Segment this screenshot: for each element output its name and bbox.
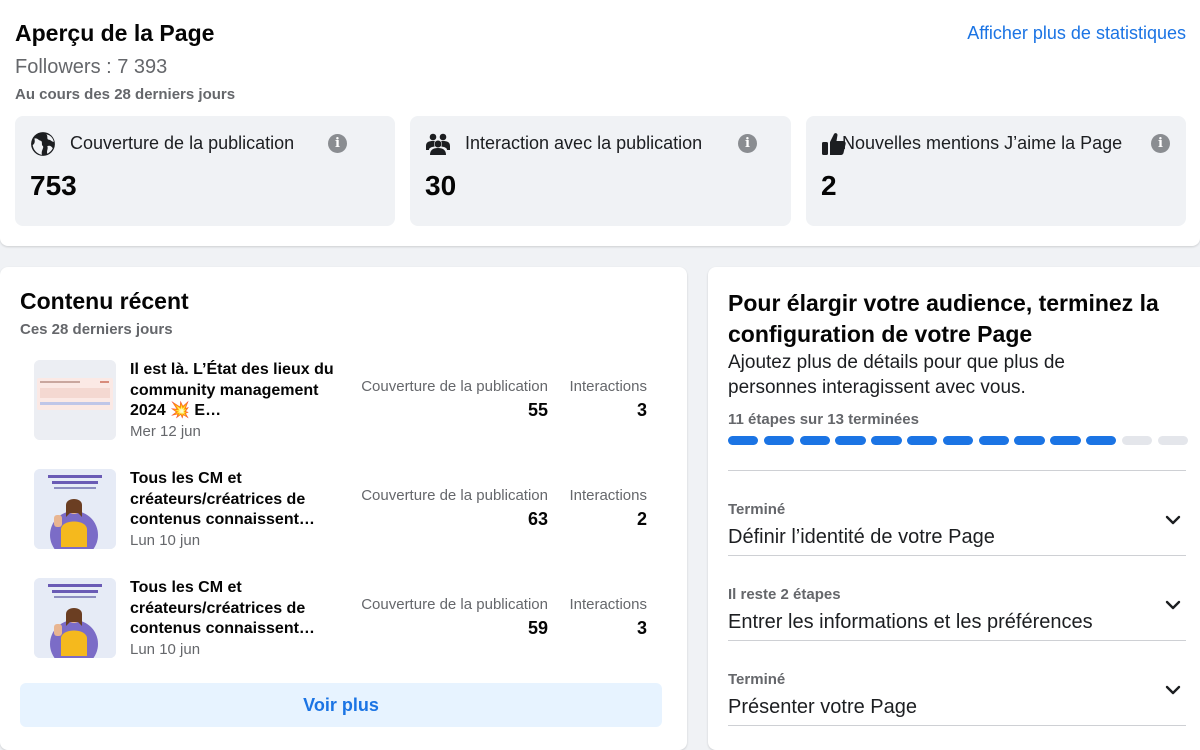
stat-card-engagement[interactable]: Interaction avec la publication i 30 [410,116,791,226]
progress-segment-done [978,436,1009,445]
stat-label: Couverture de la publication [70,133,295,153]
interactions-label: Interactions [569,487,647,504]
reach-value: 63 [527,509,548,529]
chevron-down-icon[interactable] [1164,513,1182,527]
stat-label: Interaction avec la publication [465,133,703,153]
progress-segment-todo [1157,436,1188,445]
see-more-stats-link[interactable]: Afficher plus de statistiques [967,23,1186,44]
reach-value: 55 [527,400,548,420]
interactions-value: 3 [636,618,647,638]
post-title[interactable]: Tous les CM et créateurs/créatrices de c… [130,578,340,640]
interactions-value: 2 [636,509,647,529]
post-date: Lun 10 jun [130,641,201,658]
post-date: Lun 10 jun [130,532,201,549]
progress-segment-done [1086,436,1117,445]
progress-segment-done [907,436,938,445]
step-status: Terminé [728,501,786,518]
step-name: Présenter votre Page [728,696,917,718]
post-title[interactable]: Tous les CM et créateurs/créatrices de c… [130,469,340,531]
progress-segment-done [1050,436,1081,445]
page-setup-card: Pour élargir votre audience, terminez la… [708,267,1200,750]
stat-value: 753 [30,170,77,201]
step-status: Terminé [728,671,786,688]
setup-description: Ajoutez plus de détails pour que plus de… [728,352,1065,398]
post-thumbnail[interactable] [34,469,116,549]
stat-card-page-likes[interactable]: Nouvelles mentions J’aime la Page i 2 [806,116,1186,226]
setup-progress-bar [728,436,1188,446]
post-row[interactable]: Il est là. L’État des lieux du community… [0,360,687,460]
info-icon[interactable]: i [328,134,347,153]
recent-content-title: Contenu récent [20,288,189,314]
interactions-label: Interactions [569,596,647,613]
post-date: Mer 12 jun [130,423,201,440]
reach-label: Couverture de la publication [361,487,548,504]
progress-segment-done [728,436,759,445]
globe-icon [31,132,55,156]
post-row[interactable]: Tous les CM et créateurs/créatrices de c… [0,578,687,678]
step-name: Entrer les informations et les préférenc… [728,611,1093,633]
stat-value: 2 [821,170,837,201]
interactions-value: 3 [636,400,647,420]
setup-step-info[interactable]: Il reste 2 étapes Entrer les information… [728,556,1186,641]
interactions-label: Interactions [569,378,647,395]
reach-label: Couverture de la publication [361,378,548,395]
followers-count: Followers : 7 393 [15,56,168,78]
stat-label: Nouvelles mentions J’aime la Page [842,133,1123,153]
progress-segment-todo [1121,436,1153,445]
thumbnail-image [34,360,116,440]
chevron-down-icon[interactable] [1164,598,1182,612]
step-status: Il reste 2 étapes [728,586,841,603]
progress-segment-done [799,436,830,445]
progress-segment-done [871,436,902,445]
reach-value: 59 [527,618,548,638]
stat-card-reach[interactable]: Couverture de la publication i 753 [15,116,395,226]
setup-title: Pour élargir votre audience, terminez la… [728,290,1159,347]
page-overview-card: Aperçu de la Page Followers : 7 393 Au c… [0,0,1200,246]
reach-label: Couverture de la publication [361,596,548,613]
progress-segment-done [1014,436,1045,445]
progress-segment-done [763,436,795,445]
info-icon[interactable]: i [738,134,757,153]
recent-content-subtitle: Ces 28 derniers jours [20,321,173,338]
recent-content-card: Contenu récent Ces 28 derniers jours Il … [0,267,687,750]
post-title[interactable]: Il est là. L’État des lieux du community… [130,360,340,422]
see-more-button[interactable]: Voir plus [20,683,662,727]
setup-progress-label: 11 étapes sur 13 terminées [728,411,919,428]
setup-step-identity[interactable]: Terminé Définir l’identité de votre Page [728,471,1186,556]
progress-segment-done [835,436,866,445]
post-thumbnail[interactable] [34,360,116,440]
step-name: Définir l’identité de votre Page [728,526,995,548]
page-overview-title: Aperçu de la Page [15,20,215,46]
setup-step-present[interactable]: Terminé Présenter votre Page [728,641,1186,726]
thumbnail-image [34,469,116,549]
people-icon [426,133,450,155]
progress-segment-done [942,436,974,445]
post-row[interactable]: Tous les CM et créateurs/créatrices de c… [0,469,687,569]
post-thumbnail[interactable] [34,578,116,658]
chevron-down-icon[interactable] [1164,683,1182,697]
thumbnail-image [34,578,116,658]
stat-value: 30 [425,170,457,201]
period-label: Au cours des 28 derniers jours [15,86,236,103]
info-icon[interactable]: i [1151,134,1170,153]
